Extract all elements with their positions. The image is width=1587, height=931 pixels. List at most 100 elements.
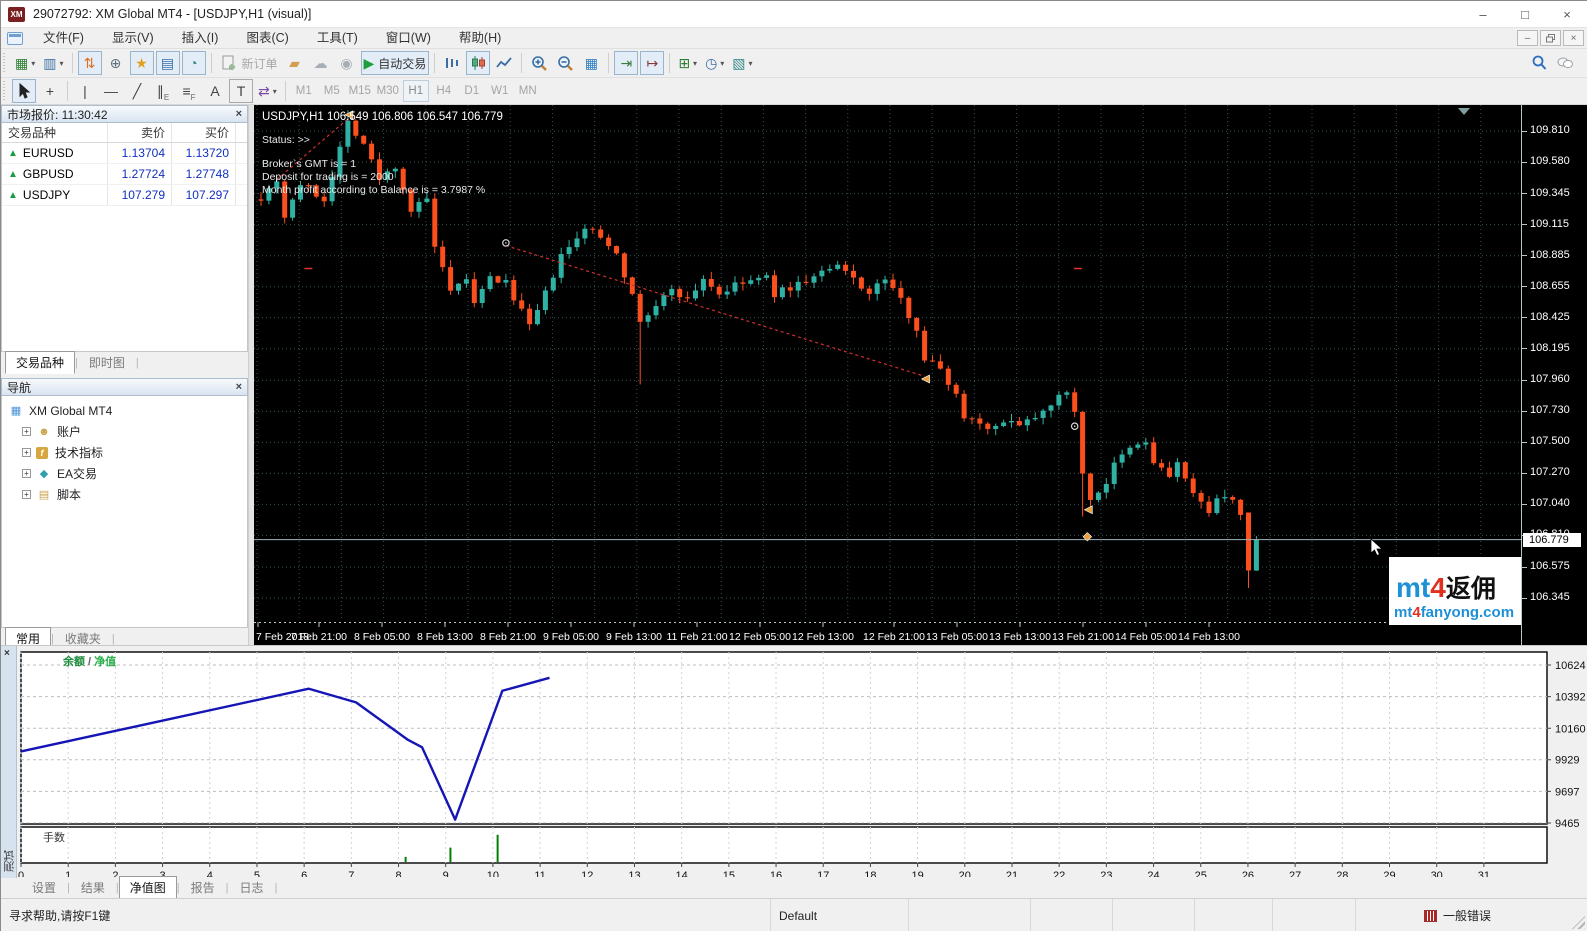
- mdi-close-button[interactable]: ×: [1563, 30, 1584, 46]
- line-chart-button[interactable]: [492, 51, 516, 75]
- navigator-item-2[interactable]: + f 技术指标: [2, 442, 247, 463]
- dropdown-arrow-icon[interactable]: ▾: [273, 87, 277, 96]
- tile-windows-button[interactable]: ▦: [579, 51, 603, 75]
- vertical-line-tool[interactable]: |: [73, 79, 97, 103]
- tester-tab-5[interactable]: 日志: [229, 876, 275, 899]
- terminal-button[interactable]: ▤: [155, 51, 180, 75]
- timeframe-h1-button[interactable]: H1: [402, 80, 429, 102]
- market-watch-row-gbpusd[interactable]: ▲ GBPUSD 1.27724 1.27748: [2, 164, 247, 185]
- window-title: 29072792: XM Global MT4 - [USDJPY,H1 (vi…: [33, 7, 312, 21]
- menu-item-3[interactable]: 插入(I): [168, 28, 233, 49]
- horizontal-line-tool[interactable]: —: [99, 79, 123, 103]
- autotrading-button[interactable]: ▶ 自动交易: [360, 51, 430, 75]
- text-tool[interactable]: A: [203, 79, 227, 103]
- expand-icon[interactable]: +: [22, 469, 31, 478]
- market-watch-row-eurusd[interactable]: ▲ EURUSD 1.13704 1.13720: [2, 143, 247, 164]
- navigator-item-4[interactable]: + ▤ 脚本: [2, 484, 247, 505]
- equity-x-axis-label: 24: [1147, 870, 1159, 877]
- search-button[interactable]: [1527, 51, 1551, 75]
- menu-item-2[interactable]: 显示(V): [98, 28, 168, 49]
- text-label-tool[interactable]: T: [229, 79, 253, 103]
- tester-tab-1[interactable]: 设置: [21, 876, 67, 899]
- timeframe-mn-button[interactable]: MN: [515, 80, 541, 102]
- tester-tab-4[interactable]: 报告: [180, 876, 226, 899]
- menu-item-4[interactable]: 图表(C): [232, 28, 302, 49]
- equity-x-axis-label: 23: [1100, 870, 1112, 877]
- time-axis-label: 12 Feb 13:00: [792, 631, 854, 643]
- timeframe-h4-button[interactable]: H4: [431, 80, 457, 102]
- auto-scroll-button[interactable]: ⇥: [614, 51, 639, 75]
- cursor-tool[interactable]: [12, 79, 36, 103]
- candlestick-chart[interactable]: USDJPY,H1 106.549 106.806 106.547 106.77…: [254, 105, 1524, 645]
- crosshair-tool[interactable]: +: [38, 79, 62, 103]
- metaeditor-button[interactable]: ▰: [283, 51, 307, 75]
- buy-price: 1.13720: [172, 143, 236, 163]
- timeframe-m1-button[interactable]: M1: [291, 80, 317, 102]
- market-watch-close-icon[interactable]: ×: [236, 108, 242, 120]
- status-cell-empty: [1113, 899, 1195, 931]
- zoom-out-button[interactable]: [553, 51, 577, 75]
- menu-item-1[interactable]: 文件(F): [29, 28, 98, 49]
- price-axis-label: 109.345: [1530, 186, 1570, 199]
- new-order-button[interactable]: 新订单: [217, 51, 281, 75]
- arrows-tool[interactable]: ⇄ ▾: [255, 79, 280, 103]
- menu-item-6[interactable]: 窗口(W): [372, 28, 445, 49]
- trendline-tool[interactable]: ╱: [125, 79, 149, 103]
- strategy-tester-button[interactable]: ◔: [181, 51, 206, 75]
- periods-button[interactable]: ◷ ▾: [702, 51, 727, 75]
- tester-close-icon[interactable]: ×: [4, 648, 10, 659]
- status-profile[interactable]: Default: [771, 899, 909, 931]
- indicators-button[interactable]: ⊞ ▾: [675, 51, 700, 75]
- close-button[interactable]: ×: [1546, 1, 1587, 28]
- timeframe-m5-button[interactable]: M5: [319, 80, 345, 102]
- chart-window[interactable]: USDJPY,H1 106.549 106.806 106.547 106.77…: [254, 105, 1587, 645]
- navigator-item-3[interactable]: + ◆ EA交易: [2, 463, 247, 484]
- market-watch-tab-1[interactable]: 交易品种: [5, 351, 76, 374]
- dropdown-arrow-icon[interactable]: ▾: [720, 59, 724, 68]
- data-window-button[interactable]: ⊕: [104, 51, 128, 75]
- strategy-tester-panel: × 测试 0 1 2 3 4 5 6 7 8 9 10 11 12 13 14 15 16 17 18 19 20 21 2…: [1, 645, 1587, 899]
- dropdown-arrow-icon[interactable]: ▾: [31, 59, 35, 68]
- dropdown-arrow-icon[interactable]: ▾: [749, 59, 753, 68]
- candlestick-chart-button[interactable]: [466, 51, 491, 75]
- dropdown-arrow-icon[interactable]: ▾: [59, 59, 63, 68]
- menu-item-5[interactable]: 工具(T): [303, 28, 372, 49]
- profiles-button[interactable]: ▥ ▾: [40, 51, 66, 75]
- chat-button[interactable]: [1553, 51, 1577, 75]
- mql5-community-button[interactable]: ☁: [309, 51, 333, 75]
- dropdown-arrow-icon[interactable]: ▾: [693, 59, 697, 68]
- timeframe-m15-button[interactable]: M15: [347, 80, 373, 102]
- ea-status-line: Broker`s GMT is = 1: [262, 158, 356, 170]
- market-watch-tab-2[interactable]: 即时图: [78, 351, 136, 374]
- expand-icon[interactable]: +: [22, 490, 31, 499]
- mdi-restore-button[interactable]: [1540, 30, 1561, 46]
- expand-icon[interactable]: +: [22, 448, 31, 457]
- expand-icon[interactable]: +: [22, 427, 31, 436]
- price-axis-label: 106.575: [1530, 560, 1570, 573]
- zoom-in-button[interactable]: [527, 51, 551, 75]
- timeframe-d1-button[interactable]: D1: [459, 80, 485, 102]
- navigator-button[interactable]: ★: [129, 51, 154, 75]
- timeframe-m30-button[interactable]: M30: [375, 80, 401, 102]
- maximize-button[interactable]: □: [1504, 1, 1546, 28]
- new-chart-button[interactable]: ▦ ▾: [12, 51, 38, 75]
- market-watch-title: 市场报价: 11:30:42: [7, 107, 108, 122]
- market-watch-button[interactable]: ⇅: [77, 51, 102, 75]
- timeframe-w1-button[interactable]: W1: [487, 80, 513, 102]
- tester-tab-3[interactable]: 净值图: [118, 876, 177, 899]
- mdi-minimize-button[interactable]: –: [1517, 30, 1538, 46]
- navigator-close-icon[interactable]: ×: [236, 381, 242, 393]
- market-watch-row-usdjpy[interactable]: ▲ USDJPY 107.279 107.297: [2, 185, 247, 206]
- menu-item-7[interactable]: 帮助(H): [445, 28, 515, 49]
- navigator-root[interactable]: ▦ XM Global MT4: [2, 400, 247, 421]
- templates-button[interactable]: ▧ ▾: [729, 51, 755, 75]
- navigator-header: 导航 ×: [1, 378, 248, 396]
- equidistant-channel-tool[interactable]: ∥ E: [151, 79, 175, 103]
- fibonacci-tool[interactable]: ≡ F: [177, 79, 201, 103]
- bar-chart-button[interactable]: [440, 51, 464, 75]
- navigator-item-1[interactable]: + ☻ 账户: [2, 421, 247, 442]
- tester-tab-2[interactable]: 结果: [70, 876, 116, 899]
- chart-shift-button[interactable]: ↦: [640, 51, 665, 75]
- sounds-button[interactable]: ◉: [335, 51, 359, 75]
- minimize-button[interactable]: –: [1462, 1, 1504, 28]
